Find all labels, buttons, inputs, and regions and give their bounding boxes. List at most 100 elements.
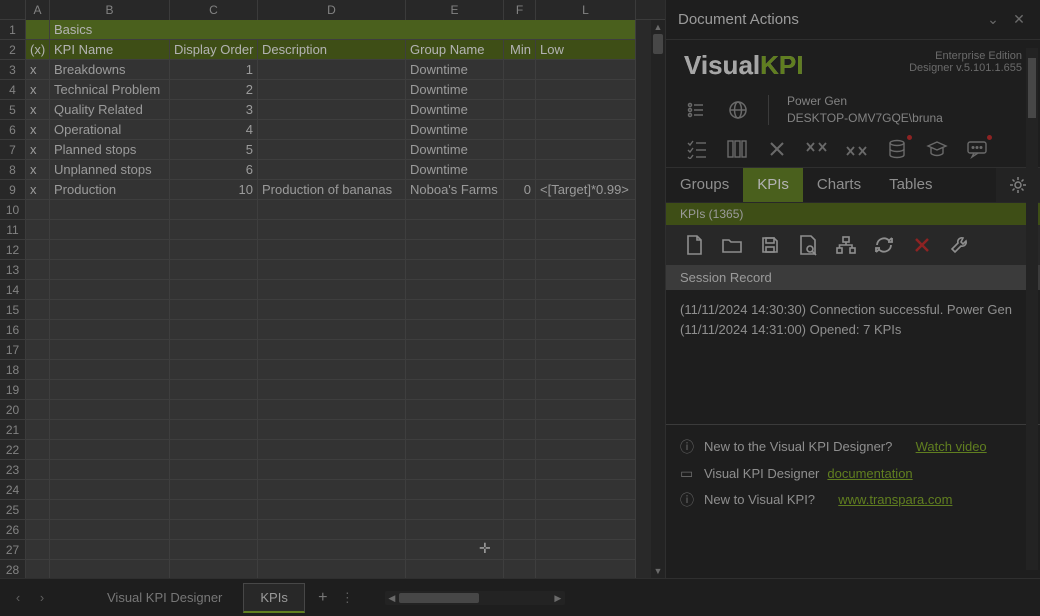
cell[interactable] [504,280,536,300]
cell[interactable] [536,420,636,440]
cell[interactable] [536,100,636,120]
cell[interactable]: Downtime [406,80,504,100]
hierarchy-icon[interactable] [832,231,860,259]
scroll-thumb[interactable] [653,34,663,54]
cell[interactable]: Display Order [170,40,258,60]
cell[interactable]: Unplanned stops [50,160,170,180]
open-icon[interactable] [718,231,746,259]
cell[interactable] [50,520,170,540]
cell[interactable] [504,300,536,320]
cell[interactable] [170,460,258,480]
list-icon[interactable] [684,98,708,122]
cell[interactable]: 0 [504,180,536,200]
cell[interactable] [258,200,406,220]
cell[interactable] [170,440,258,460]
row-header[interactable]: 13 [0,260,26,280]
cell[interactable] [258,260,406,280]
refresh-icon[interactable] [870,231,898,259]
cell[interactable]: x [26,180,50,200]
watch-video-link[interactable]: Watch video [916,439,987,454]
cell[interactable] [258,400,406,420]
cell[interactable] [258,100,406,120]
cell[interactable] [536,140,636,160]
row-header[interactable]: 11 [0,220,26,240]
cell[interactable]: x [26,80,50,100]
cell[interactable]: x [26,100,50,120]
cell[interactable] [170,280,258,300]
cell[interactable] [536,120,636,140]
tab-charts[interactable]: Charts [803,168,875,202]
chevron-down-icon[interactable]: ⌄ [984,11,1002,28]
cell[interactable]: KPI Name [50,40,170,60]
cell[interactable] [170,420,258,440]
cell[interactable] [258,540,406,560]
globe-icon[interactable] [726,98,750,122]
cell[interactable] [406,280,504,300]
cell[interactable] [170,300,258,320]
prev-sheet-arrow[interactable]: ‹ [8,590,28,605]
cell[interactable] [50,200,170,220]
cell[interactable] [536,520,636,540]
cell[interactable] [50,280,170,300]
cell[interactable]: Noboa's Farms [406,180,504,200]
cell[interactable] [26,20,50,40]
database-icon[interactable] [884,137,910,161]
cell[interactable] [536,480,636,500]
cell[interactable] [170,200,258,220]
cell[interactable] [170,480,258,500]
cell[interactable] [26,260,50,280]
cell[interactable] [50,300,170,320]
cell[interactable] [258,280,406,300]
sheet-tab-kpis[interactable]: KPIs [243,583,304,613]
cell[interactable] [406,440,504,460]
documentation-link[interactable]: documentation [827,466,912,481]
cell[interactable] [406,500,504,520]
cell[interactable]: Downtime [406,160,504,180]
row-header[interactable]: 16 [0,320,26,340]
cell[interactable] [504,340,536,360]
cell[interactable]: (x) [26,40,50,60]
cell[interactable] [536,280,636,300]
cell[interactable] [504,320,536,340]
cell[interactable]: Downtime [406,120,504,140]
cell[interactable]: Description [258,40,406,60]
cell[interactable] [50,320,170,340]
cell[interactable] [504,140,536,160]
cell[interactable]: Downtime [406,100,504,120]
cell[interactable] [536,240,636,260]
cell[interactable] [258,240,406,260]
cell[interactable] [406,560,504,578]
cell[interactable] [536,540,636,560]
cell[interactable] [536,60,636,80]
cell[interactable] [504,220,536,240]
cell[interactable]: 3 [170,100,258,120]
cell[interactable] [406,300,504,320]
cell[interactable]: 6 [170,160,258,180]
cell[interactable] [258,480,406,500]
cell[interactable] [26,340,50,360]
cell[interactable] [504,520,536,540]
cell[interactable] [406,220,504,240]
cell[interactable] [170,500,258,520]
cell[interactable] [536,200,636,220]
cell[interactable] [50,340,170,360]
row-header[interactable]: 2 [0,40,26,60]
cell[interactable] [258,300,406,320]
cell[interactable] [504,100,536,120]
cell[interactable] [536,220,636,240]
cell[interactable]: Downtime [406,140,504,160]
row-header[interactable]: 19 [0,380,26,400]
xx-icon[interactable] [804,137,830,161]
columns-icon[interactable] [724,137,750,161]
cell[interactable] [258,140,406,160]
tab-kpis[interactable]: KPIs [743,168,803,202]
cell[interactable] [536,380,636,400]
cell[interactable] [504,540,536,560]
xx-alt-icon[interactable] [844,137,870,161]
horizontal-scrollbar[interactable]: ◀ ▶ [385,591,565,605]
cell[interactable] [170,260,258,280]
cell[interactable] [258,340,406,360]
cell[interactable] [170,380,258,400]
cell[interactable] [50,560,170,578]
col-header-A[interactable]: A [26,0,50,20]
